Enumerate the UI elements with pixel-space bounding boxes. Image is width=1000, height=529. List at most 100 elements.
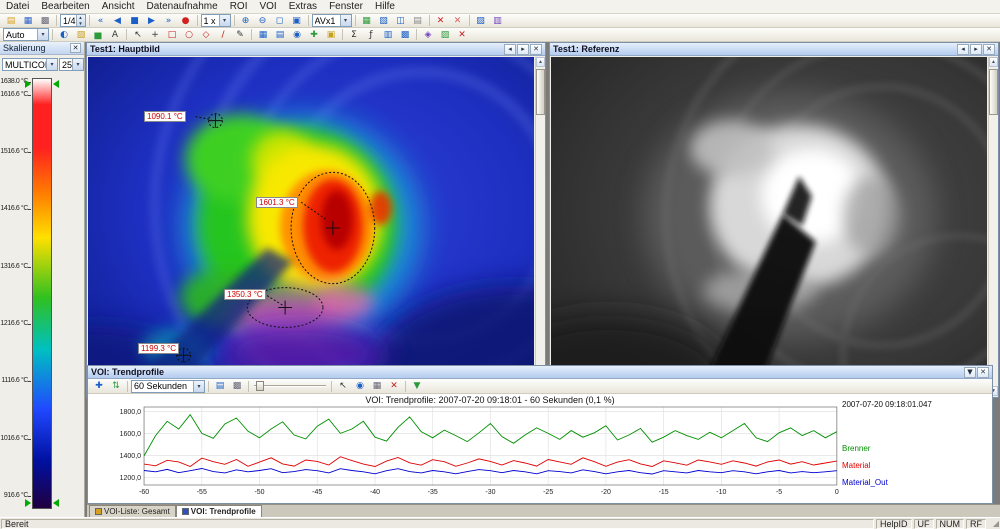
scaling-mode-select[interactable]: Auto▾: [3, 28, 49, 41]
grid-icon[interactable]: ▦: [255, 28, 271, 41]
close-icon[interactable]: ✕: [530, 44, 542, 55]
autoscale-icon[interactable]: ⇅: [108, 380, 124, 393]
zoom-in-icon[interactable]: ⊕: [238, 14, 254, 27]
export-icon[interactable]: ▨: [437, 28, 453, 41]
reference-image-canvas[interactable]: [551, 57, 987, 396]
contrast-icon[interactable]: ◐: [56, 28, 72, 41]
temp-annotation[interactable]: 1199.3 °C: [138, 343, 179, 354]
rectangle-roi-icon[interactable]: □: [164, 28, 180, 41]
print-chart-icon[interactable]: ▩: [229, 380, 245, 393]
vertical-scrollbar[interactable]: ▲ ▼: [535, 57, 545, 396]
play-icon[interactable]: ▶: [144, 14, 160, 27]
palette-select[interactable]: MULTICOLOR ▾: [2, 58, 58, 71]
split-view-icon[interactable]: ◫: [393, 14, 409, 27]
trend-panel-titlebar[interactable]: VOI: Trendprofile ▼ ✕: [88, 366, 992, 379]
polygon-roi-icon[interactable]: ◇: [198, 28, 214, 41]
close-icon[interactable]: ✕: [977, 367, 989, 378]
speed-select[interactable]: 1 x▾: [201, 14, 231, 27]
levels-select[interactable]: 256 ▾: [59, 58, 84, 71]
menu-datenaufnahme[interactable]: Datenaufnahme: [141, 0, 224, 14]
scrollbar-thumb[interactable]: [989, 69, 998, 115]
clear-chart-icon[interactable]: ✕: [386, 380, 402, 393]
slider-thumb[interactable]: [256, 381, 264, 391]
data-table-icon[interactable]: ▦: [369, 380, 385, 393]
close-icon[interactable]: ✕: [70, 43, 81, 53]
scale-lower-limit-marker[interactable]: [53, 499, 59, 507]
dock-icon[interactable]: ▼: [964, 367, 976, 378]
menu-bearbeiten[interactable]: Bearbeiten: [35, 0, 95, 14]
color-scale-bar[interactable]: [32, 78, 52, 509]
scrollbar-thumb[interactable]: [536, 69, 545, 115]
print-icon[interactable]: ▩: [37, 14, 53, 27]
scale-lower-limit-marker[interactable]: [25, 499, 31, 507]
scale-upper-limit-marker[interactable]: [53, 80, 59, 88]
snapshot-icon[interactable]: ▨: [473, 14, 489, 27]
annotation-icon[interactable]: ✎: [232, 28, 248, 41]
averaging-select[interactable]: AVx1▾: [312, 14, 352, 27]
close-all-icon[interactable]: ✕: [454, 28, 470, 41]
trend-chart[interactable]: -60-55-50-45-40-35-30-25-20-15-10-501200…: [88, 394, 992, 503]
vertical-scrollbar[interactable]: ▲ ▼: [988, 57, 998, 396]
scroll-right-icon[interactable]: ▸: [517, 44, 529, 55]
ellipse-roi-icon[interactable]: ○: [181, 28, 197, 41]
copy-chart-icon[interactable]: ▤: [212, 380, 228, 393]
export-chart-icon[interactable]: ▼: [409, 380, 425, 393]
menu-extras[interactable]: Extras: [283, 0, 323, 14]
chart-cursor-icon[interactable]: ↖: [335, 380, 351, 393]
delete-all-rois-icon[interactable]: ✕: [450, 14, 466, 27]
menu-voi[interactable]: VOI: [253, 0, 282, 14]
formula-icon[interactable]: ƒ: [363, 28, 379, 41]
line-roi-icon[interactable]: /: [215, 28, 231, 41]
stop-icon[interactable]: ■: [127, 14, 143, 27]
statistics-icon[interactable]: Σ: [346, 28, 362, 41]
scroll-left-icon[interactable]: ◂: [957, 44, 969, 55]
fit-window-icon[interactable]: ◻: [272, 14, 288, 27]
pan-chart-icon[interactable]: ✚: [91, 380, 107, 393]
close-icon[interactable]: ✕: [983, 44, 995, 55]
zoom-out-icon[interactable]: ⊖: [255, 14, 271, 27]
original-size-icon[interactable]: ▣: [289, 14, 305, 27]
previous-frame-icon[interactable]: ◀: [110, 14, 126, 27]
scroll-up-icon[interactable]: ▲: [536, 57, 545, 67]
next-frame-icon[interactable]: »: [161, 14, 177, 27]
scroll-up-icon[interactable]: ▲: [989, 57, 998, 67]
temp-annotation[interactable]: 1090.1 °C: [144, 111, 186, 122]
show-values-icon[interactable]: ◉: [352, 380, 368, 393]
first-frame-icon[interactable]: «: [93, 14, 109, 27]
tab-voi-trendprofile[interactable]: VOI: Trendprofile: [176, 505, 262, 517]
histogram-icon[interactable]: ▅: [90, 28, 106, 41]
time-slider[interactable]: [254, 380, 326, 392]
menu-roi[interactable]: ROI: [224, 0, 254, 14]
add-voi-icon[interactable]: ✚: [306, 28, 322, 41]
menu-ansicht[interactable]: Ansicht: [96, 0, 141, 14]
main-window-titlebar[interactable]: Test1: Hauptbild ◂ ▸ ✕: [87, 43, 545, 56]
trend-icon[interactable]: ▩: [397, 28, 413, 41]
text-tool-icon[interactable]: A: [107, 28, 123, 41]
reference-window-titlebar[interactable]: Test1: Referenz ◂ ▸ ✕: [550, 43, 998, 56]
layout-icon[interactable]: ▤: [410, 14, 426, 27]
point-roi-icon[interactable]: +: [147, 28, 163, 41]
table-icon[interactable]: ▥: [380, 28, 396, 41]
menu-hilfe[interactable]: Hilfe: [369, 0, 401, 14]
open-file-icon[interactable]: ▤: [3, 14, 19, 27]
3d-view-icon[interactable]: ◈: [420, 28, 436, 41]
profile-view-icon[interactable]: ▧: [376, 14, 392, 27]
save-icon[interactable]: ▦: [20, 14, 36, 27]
scroll-right-icon[interactable]: ▸: [970, 44, 982, 55]
pointer-tool-icon[interactable]: ↖: [130, 28, 146, 41]
menu-datei[interactable]: Datei: [0, 0, 35, 14]
voi-list-icon[interactable]: ▣: [323, 28, 339, 41]
scale-upper-limit-marker[interactable]: [25, 80, 31, 88]
palette-icon[interactable]: ▧: [73, 28, 89, 41]
temp-annotation[interactable]: 1601.3 °C: [256, 197, 298, 208]
scroll-left-icon[interactable]: ◂: [504, 44, 516, 55]
interval-select[interactable]: 60 Sekunden▾: [131, 380, 205, 393]
tab-voi-liste-gesamt[interactable]: VOI-Liste: Gesamt: [89, 505, 176, 517]
isotherm-icon[interactable]: ▤: [272, 28, 288, 41]
menu-fenster[interactable]: Fenster: [323, 0, 369, 14]
temp-annotation[interactable]: 1350.3 °C: [224, 289, 266, 300]
report-icon[interactable]: ▥: [490, 14, 506, 27]
delete-roi-icon[interactable]: ✕: [433, 14, 449, 27]
thermal-image-canvas[interactable]: 1090.1 °C 1601.3 °C 1350.3 °C 1199.3 °C: [88, 57, 534, 396]
matrix-view-icon[interactable]: ▦: [359, 14, 375, 27]
